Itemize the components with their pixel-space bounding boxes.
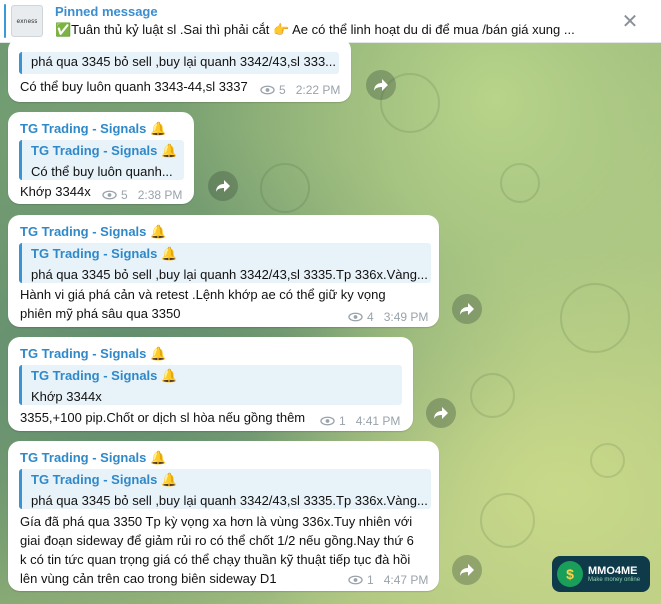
sender-name[interactable]: TG Trading - Signals 🔔	[20, 224, 166, 240]
views-count: 5	[279, 83, 286, 97]
message-time: 4:47 PM	[383, 573, 429, 587]
pinned-message-bar[interactable]: exness Pinned message ✅Tuân thủ kỷ luật …	[0, 0, 661, 43]
pinned-thumbnail: exness	[11, 5, 43, 37]
views-count: 1	[339, 414, 346, 428]
watermark-name: MMO4ME	[588, 565, 638, 577]
message-meta: 5 2:22 PM	[260, 83, 340, 97]
message-text-line: lên vùng cản trên cao trong biên sideway…	[20, 571, 277, 586]
message-text-line: k có tin tức quan trọng giá có thể chạy …	[20, 552, 411, 567]
pinned-indicator	[4, 4, 6, 38]
views-count: 5	[121, 188, 128, 202]
sender-name[interactable]: TG Trading - Signals 🔔	[20, 346, 166, 362]
quote-text: phá qua 3345 bỏ sell ,buy lại quanh 3342…	[31, 54, 337, 69]
forward-button[interactable]	[208, 171, 238, 201]
reply-quote[interactable]: TG Trading - Signals 🔔 phá qua 3345 bỏ s…	[19, 469, 431, 509]
background-doodle	[500, 163, 540, 203]
message-bubble[interactable]: TG Trading - Signals 🔔 TG Trading - Sign…	[8, 337, 413, 431]
message-meta: 4 3:49 PM	[348, 310, 428, 324]
forward-button[interactable]	[366, 70, 396, 100]
forward-button[interactable]	[452, 555, 482, 585]
reply-quote[interactable]: TG Trading - Signals 🔔 Khớp 3344x	[19, 365, 402, 405]
quote-sender: TG Trading - Signals 🔔	[31, 368, 178, 383]
views-icon	[102, 190, 117, 200]
sender-name[interactable]: TG Trading - Signals 🔔	[20, 450, 166, 466]
background-doodle	[560, 283, 630, 353]
message-text: Có thể buy luôn quanh 3343-44,sl 3337	[20, 79, 248, 94]
message-bubble[interactable]: TG Trading - Signals 🔔 TG Trading - Sign…	[8, 441, 439, 591]
quote-sender: TG Trading - Signals 🔔	[31, 246, 178, 261]
message-text-line: Gía đã phá qua 3350 Tp kỳ vọng xa hơn là…	[20, 514, 413, 529]
forward-button[interactable]	[426, 398, 456, 428]
forward-icon	[434, 407, 448, 419]
message-time: 3:49 PM	[383, 310, 429, 324]
message-bubble[interactable]: TG Trading - Signals 🔔 TG Trading - Sign…	[8, 112, 194, 204]
background-doodle	[260, 163, 310, 213]
reply-quote[interactable]: phá qua 3345 bỏ sell ,buy lại quanh 3342…	[19, 52, 339, 74]
background-doodle	[590, 443, 625, 478]
forward-icon	[460, 303, 474, 315]
views-icon	[348, 575, 363, 585]
message-meta: 1 4:47 PM	[348, 573, 428, 587]
quote-text: Khớp 3344x	[31, 389, 102, 404]
dollar-icon: $	[557, 561, 583, 587]
quote-text: Có thể buy luôn quanh...	[31, 164, 173, 179]
forward-button[interactable]	[452, 294, 482, 324]
views-icon	[260, 85, 275, 95]
message-meta: 1 4:41 PM	[320, 414, 400, 428]
background-doodle	[470, 373, 515, 418]
close-icon[interactable]: ✕	[619, 10, 641, 32]
background-doodle	[480, 493, 535, 548]
pinned-text: ✅Tuân thủ kỷ luật sl .Sai thì phải cắt 👉…	[55, 22, 575, 37]
reply-quote[interactable]: TG Trading - Signals 🔔 Có thể buy luôn q…	[19, 140, 184, 180]
views-count: 1	[367, 573, 374, 587]
message-time: 2:38 PM	[137, 188, 183, 202]
message-text: Khớp 3344x	[20, 184, 91, 199]
sender-name[interactable]: TG Trading - Signals 🔔	[20, 121, 166, 137]
message-text-line: phiên mỹ phá sâu qua 3350	[20, 306, 181, 321]
message-meta: 5 2:38 PM	[102, 188, 182, 202]
quote-sender: TG Trading - Signals 🔔	[31, 143, 178, 158]
forward-icon	[374, 79, 388, 91]
message-text-line: Hành vi giá phá cản và retest .Lệnh khớp…	[20, 287, 386, 302]
forward-icon	[216, 180, 230, 192]
views-icon	[320, 416, 335, 426]
reply-quote[interactable]: TG Trading - Signals 🔔 phá qua 3345 bỏ s…	[19, 243, 431, 283]
message-time: 4:41 PM	[355, 414, 401, 428]
message-text-line: giai đoạn sideway để giảm rủi ro có thể …	[20, 533, 414, 548]
quote-text: phá qua 3345 bỏ sell ,buy lại quanh 3342…	[31, 493, 428, 508]
quote-sender: TG Trading - Signals 🔔	[31, 472, 178, 487]
message-text: 3355,+100 pip.Chốt or dịch sl hòa nếu gồ…	[20, 410, 306, 425]
views-count: 4	[367, 310, 374, 324]
pinned-title: Pinned message	[55, 4, 158, 19]
message-bubble[interactable]: phá qua 3345 bỏ sell ,buy lại quanh 3342…	[8, 38, 351, 102]
forward-icon	[460, 564, 474, 576]
views-icon	[348, 312, 363, 322]
message-bubble[interactable]: TG Trading - Signals 🔔 TG Trading - Sign…	[8, 215, 439, 327]
quote-text: phá qua 3345 bỏ sell ,buy lại quanh 3342…	[31, 267, 428, 282]
watermark-logo: $ MMO4ME Make money online	[552, 556, 650, 592]
watermark-subtitle: Make money online	[588, 577, 641, 583]
message-time: 2:22 PM	[295, 83, 341, 97]
